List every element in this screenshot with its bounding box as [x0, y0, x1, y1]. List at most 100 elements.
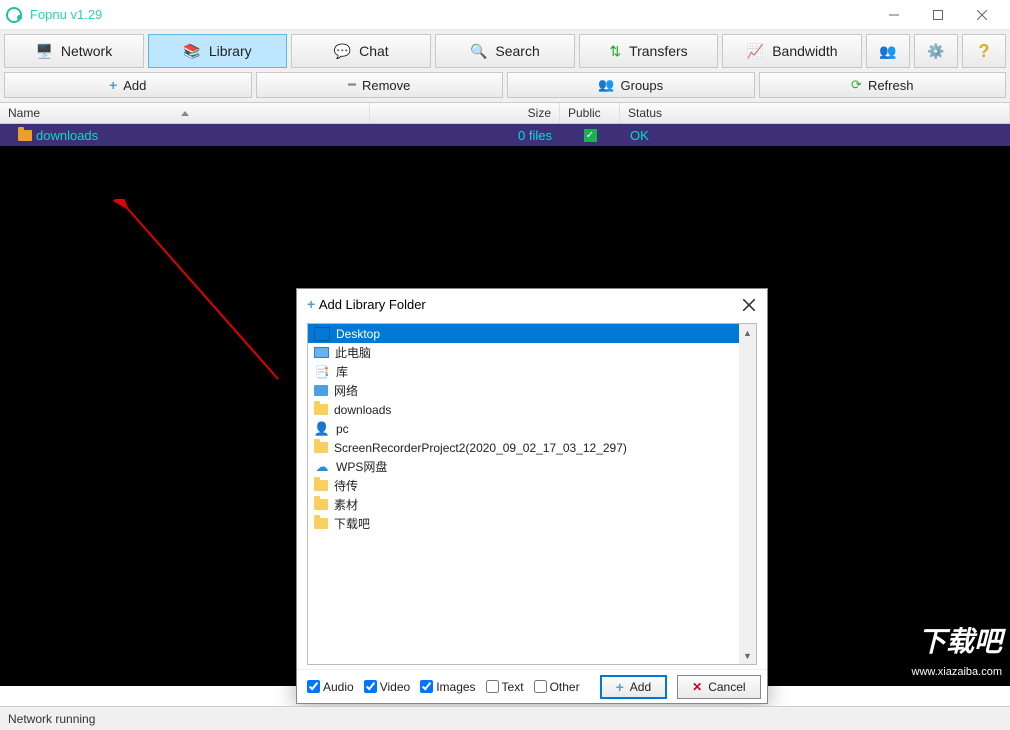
table-row[interactable]: downloads 0 files ✓ OK: [0, 124, 1010, 146]
library-tab[interactable]: 📚 Library: [148, 34, 288, 68]
other-checkbox[interactable]: Other: [534, 680, 580, 694]
magnifier-icon: 🔍: [470, 43, 487, 60]
tree-item[interactable]: 下载吧: [308, 514, 739, 533]
chat-tab[interactable]: 💬 Chat: [291, 34, 431, 68]
window-buttons: [872, 0, 1004, 30]
network-tab[interactable]: 🖥️ Network: [4, 34, 144, 68]
transfer-icon: ⇅: [609, 43, 621, 60]
gear-icon: ⚙️: [927, 43, 944, 60]
tree-item-label: ScreenRecorderProject2(2020_09_02_17_03_…: [334, 441, 627, 455]
tree-item[interactable]: 📑库: [308, 362, 739, 381]
column-name[interactable]: Name: [0, 103, 370, 123]
label: Transfers: [629, 43, 688, 59]
cell-public: ✓: [560, 129, 620, 142]
tree-item-label: 下载吧: [334, 515, 370, 532]
watermark: 下载吧: [918, 620, 1002, 660]
video-checkbox[interactable]: Video: [364, 680, 410, 694]
group-icon: 👥: [598, 77, 614, 93]
images-checkbox[interactable]: Images: [420, 680, 475, 694]
dialog-cancel-button[interactable]: ✕Cancel: [677, 675, 760, 699]
label: Network: [61, 43, 112, 59]
cell-name: downloads: [0, 128, 370, 143]
label: Add: [123, 78, 146, 93]
search-tab[interactable]: 🔍 Search: [435, 34, 575, 68]
tree-item-label: 库: [336, 363, 348, 380]
tree-item-label: pc: [336, 422, 349, 436]
tree-item[interactable]: Desktop: [308, 324, 739, 343]
action-toolbar: + Add ━ Remove 👥 Groups ⟳ Refresh: [0, 72, 1010, 102]
column-size[interactable]: Size: [370, 103, 560, 123]
tree-item[interactable]: 素材: [308, 495, 739, 514]
library-content: downloads 0 files ✓ OK + Add Library Fol…: [0, 124, 1010, 686]
label: Bandwidth: [772, 43, 837, 59]
watermark-url: www.xiazaiba.com: [912, 666, 1002, 678]
tree-item-label: 待传: [334, 477, 358, 494]
dialog-close-button[interactable]: [739, 295, 759, 315]
tree-item[interactable]: ☁WPS网盘: [308, 457, 739, 476]
tree-item[interactable]: downloads: [308, 400, 739, 419]
window-title: Fopnu v1.29: [30, 7, 872, 22]
tree-item[interactable]: 待传: [308, 476, 739, 495]
question-icon: ?: [979, 41, 990, 62]
label: Groups: [621, 78, 664, 93]
tree-item[interactable]: 👤pc: [308, 419, 739, 438]
settings-button[interactable]: ⚙️: [914, 34, 958, 68]
x-icon: ✕: [692, 680, 702, 694]
tree-item[interactable]: ScreenRecorderProject2(2020_09_02_17_03_…: [308, 438, 739, 457]
text-checkbox[interactable]: Text: [486, 680, 524, 694]
tree-item-label: Desktop: [336, 327, 380, 341]
folder-icon: [18, 130, 32, 141]
users-button[interactable]: 👥: [866, 34, 910, 68]
tree-item-label: downloads: [334, 403, 391, 417]
chart-icon: 📈: [747, 43, 764, 60]
groups-button[interactable]: 👥 Groups: [507, 72, 755, 98]
cell-status: OK: [620, 128, 1010, 143]
help-button[interactable]: ?: [962, 34, 1006, 68]
refresh-button[interactable]: ⟳ Refresh: [759, 72, 1007, 98]
tree-item-label: 素材: [334, 496, 358, 513]
plus-icon: +: [307, 296, 315, 312]
books-icon: 📚: [183, 43, 200, 60]
plus-icon: +: [109, 77, 117, 93]
main-toolbar: 🖥️ Network 📚 Library 💬 Chat 🔍 Search ⇅ T…: [0, 30, 1010, 72]
speech-icon: 💬: [334, 43, 351, 60]
label: Remove: [362, 78, 410, 93]
cell-size: 0 files: [370, 128, 560, 143]
dialog-titlebar[interactable]: + Add Library Folder: [297, 289, 767, 319]
dialog-title: Add Library Folder: [319, 297, 426, 312]
scroll-down[interactable]: ▼: [739, 647, 756, 664]
annotation-arrow: [108, 199, 308, 399]
plus-icon: +: [616, 679, 624, 695]
check-icon: ✓: [584, 129, 597, 142]
folder-tree[interactable]: Desktop 此电脑📑库网络 downloads 👤pc ScreenRecorder…: [307, 323, 757, 665]
status-bar: Network running: [0, 706, 1010, 730]
label: Search: [495, 43, 539, 59]
table-header: Name Size Public Status: [0, 102, 1010, 124]
status-text: Network running: [8, 712, 95, 726]
label: Refresh: [868, 78, 914, 93]
titlebar: Fopnu v1.29: [0, 0, 1010, 30]
tree-item[interactable]: 网络: [308, 381, 739, 400]
tree-item-label: 网络: [334, 382, 358, 399]
app-icon: [6, 7, 22, 23]
minimize-button[interactable]: [872, 0, 916, 30]
label: Chat: [359, 43, 389, 59]
label: Library: [209, 43, 252, 59]
add-button[interactable]: + Add: [4, 72, 252, 98]
audio-checkbox[interactable]: Audio: [307, 680, 354, 694]
scroll-up[interactable]: ▲: [739, 324, 756, 341]
dialog-add-button[interactable]: +Add: [600, 675, 668, 699]
refresh-icon: ⟳: [851, 77, 862, 93]
bandwidth-tab[interactable]: 📈 Bandwidth: [722, 34, 862, 68]
remove-button[interactable]: ━ Remove: [256, 72, 504, 98]
scrollbar[interactable]: ▲ ▼: [739, 324, 756, 664]
column-public[interactable]: Public: [560, 103, 620, 123]
column-status[interactable]: Status: [620, 103, 1010, 123]
tree-item[interactable]: 此电脑: [308, 343, 739, 362]
tree-item-label: WPS网盘: [336, 458, 387, 475]
close-button[interactable]: [960, 0, 1004, 30]
users-icon: 👥: [879, 43, 896, 60]
transfers-tab[interactable]: ⇅ Transfers: [579, 34, 719, 68]
minus-icon: ━: [348, 77, 356, 93]
maximize-button[interactable]: [916, 0, 960, 30]
